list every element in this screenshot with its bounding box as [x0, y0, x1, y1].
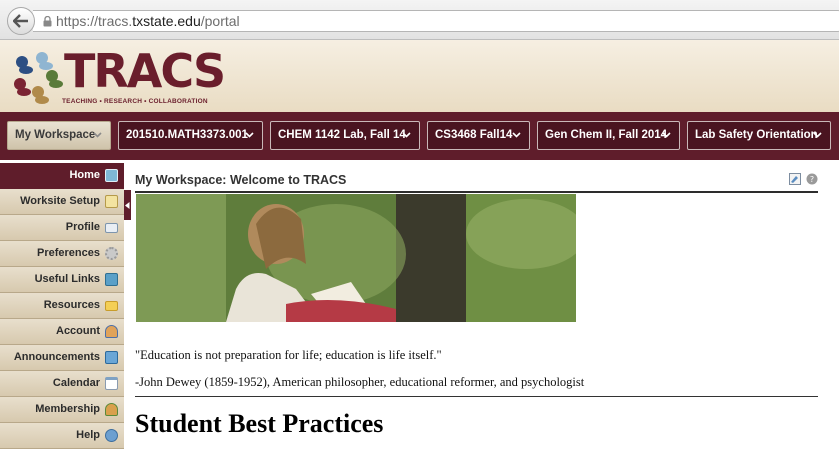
tool-item-label: Account — [56, 325, 100, 337]
tool-item-calendar[interactable]: Calendar — [0, 371, 124, 397]
preferences-gear-icon — [105, 247, 118, 260]
main-content: My Workspace: Welcome to TRACS ? "Educat… — [135, 163, 818, 455]
site-tab-label: CHEM 1142 Lab, Fall 14 — [278, 129, 406, 141]
chevron-down-icon — [813, 132, 822, 138]
student-reading-photo — [136, 194, 576, 322]
calendar-icon — [105, 377, 118, 390]
quote-text: "Education is not preparation for life; … — [135, 348, 442, 362]
back-arrow-icon — [13, 14, 28, 28]
tool-item-label: Announcements — [13, 351, 100, 363]
tool-item-label: Calendar — [52, 377, 100, 389]
title-divider — [135, 191, 818, 193]
tool-item-label: Profile — [65, 221, 100, 233]
home-icon — [105, 169, 118, 182]
site-tab-lab-safety[interactable]: Lab Safety Orientation — [687, 121, 831, 150]
site-tab-my-workspace[interactable]: My Workspace — [7, 121, 111, 150]
logo-figure-body — [17, 88, 31, 96]
quote-attribution: -John Dewey (1859-1952), American philos… — [135, 375, 585, 389]
url-domain: txstate.edu — [132, 13, 201, 29]
edit-page-icon[interactable] — [789, 173, 801, 185]
tool-item-home[interactable]: Home — [0, 163, 124, 189]
browser-toolbar: https://tracs.txstate.edu/portal — [0, 0, 839, 40]
tool-item-account[interactable]: Account — [0, 319, 124, 345]
tool-item-membership[interactable]: Membership — [0, 397, 124, 423]
logo-tagline: TEACHING • RESEARCH • COLLABORATION — [62, 98, 208, 105]
megaphone-icon — [105, 351, 118, 364]
collapse-arrow-icon — [125, 201, 130, 209]
worksite-setup-icon — [105, 195, 118, 208]
logo-figure-body — [39, 62, 53, 70]
svg-text:?: ? — [810, 175, 814, 184]
logo-text: TRACS — [64, 44, 226, 98]
tool-item-label: Resources — [43, 299, 100, 311]
help-question-icon[interactable]: ? — [806, 173, 818, 185]
tool-menu: Home Worksite Setup Profile Preferences … — [0, 163, 124, 455]
chevron-down-icon — [245, 132, 254, 138]
chevron-down-icon — [662, 132, 671, 138]
chevron-down-icon — [93, 132, 102, 138]
page-title: My Workspace: Welcome to TRACS — [135, 173, 347, 187]
section-heading: Student Best Practices — [135, 409, 384, 438]
site-header: TRACS TEACHING • RESEARCH • COLLABORATIO… — [0, 40, 839, 112]
tool-item-worksite-setup[interactable]: Worksite Setup — [0, 189, 124, 215]
back-button[interactable] — [7, 7, 35, 35]
tool-item-profile[interactable]: Profile — [0, 215, 124, 241]
site-tab-label: 201510.MATH3373.001 — [126, 129, 248, 141]
tool-item-useful-links[interactable]: Useful Links — [0, 267, 124, 293]
tool-item-label: Membership — [35, 403, 100, 415]
site-tab-cs3468[interactable]: CS3468 Fall14 — [427, 121, 530, 150]
profile-card-icon — [105, 223, 118, 233]
address-bar[interactable]: https://tracs.txstate.edu/portal — [33, 10, 839, 32]
content-divider — [135, 396, 818, 397]
site-tab-gen-chem-2[interactable]: Gen Chem II, Fall 2014 — [537, 121, 680, 150]
title-toolbar: ? — [789, 173, 818, 185]
tool-item-label: Worksite Setup — [20, 195, 100, 207]
chevron-down-icon — [402, 132, 411, 138]
site-tab-label: Gen Chem II, Fall 2014 — [545, 129, 668, 141]
site-tab-chem1142[interactable]: CHEM 1142 Lab, Fall 14 — [270, 121, 420, 150]
site-tab-label: CS3468 Fall14 — [435, 129, 513, 141]
logo-figure-body — [35, 96, 49, 104]
tool-item-label: Home — [69, 169, 100, 181]
collapse-menu-handle[interactable] — [124, 190, 131, 220]
site-tab-label: Lab Safety Orientation — [695, 129, 818, 141]
membership-group-icon — [105, 403, 118, 416]
tracs-logo[interactable]: TRACS TEACHING • RESEARCH • COLLABORATIO… — [8, 44, 226, 108]
folder-icon — [105, 301, 118, 311]
logo-figure-body — [19, 66, 33, 74]
url-prefix: https://tracs. — [56, 13, 133, 29]
site-tab-label: My Workspace — [15, 129, 96, 141]
tool-item-preferences[interactable]: Preferences — [0, 241, 124, 267]
tool-item-label: Help — [76, 429, 100, 441]
useful-links-icon — [105, 273, 118, 286]
tool-item-label: Preferences — [37, 247, 100, 259]
url-path: /portal — [200, 13, 240, 29]
lock-icon — [43, 12, 52, 32]
tool-item-help[interactable]: Help — [0, 423, 124, 449]
site-tab-bar: My Workspace 201510.MATH3373.001 CHEM 11… — [0, 112, 839, 160]
site-tab-math3373[interactable]: 201510.MATH3373.001 — [118, 121, 263, 150]
account-user-icon — [105, 325, 118, 338]
help-icon — [105, 429, 118, 442]
tool-item-resources[interactable]: Resources — [0, 293, 124, 319]
people-circle-logo-icon — [14, 52, 63, 104]
tool-item-announcements[interactable]: Announcements — [0, 345, 124, 371]
chevron-down-icon — [512, 132, 521, 138]
tool-item-label: Useful Links — [34, 273, 100, 285]
logo-figure-body — [49, 80, 63, 88]
